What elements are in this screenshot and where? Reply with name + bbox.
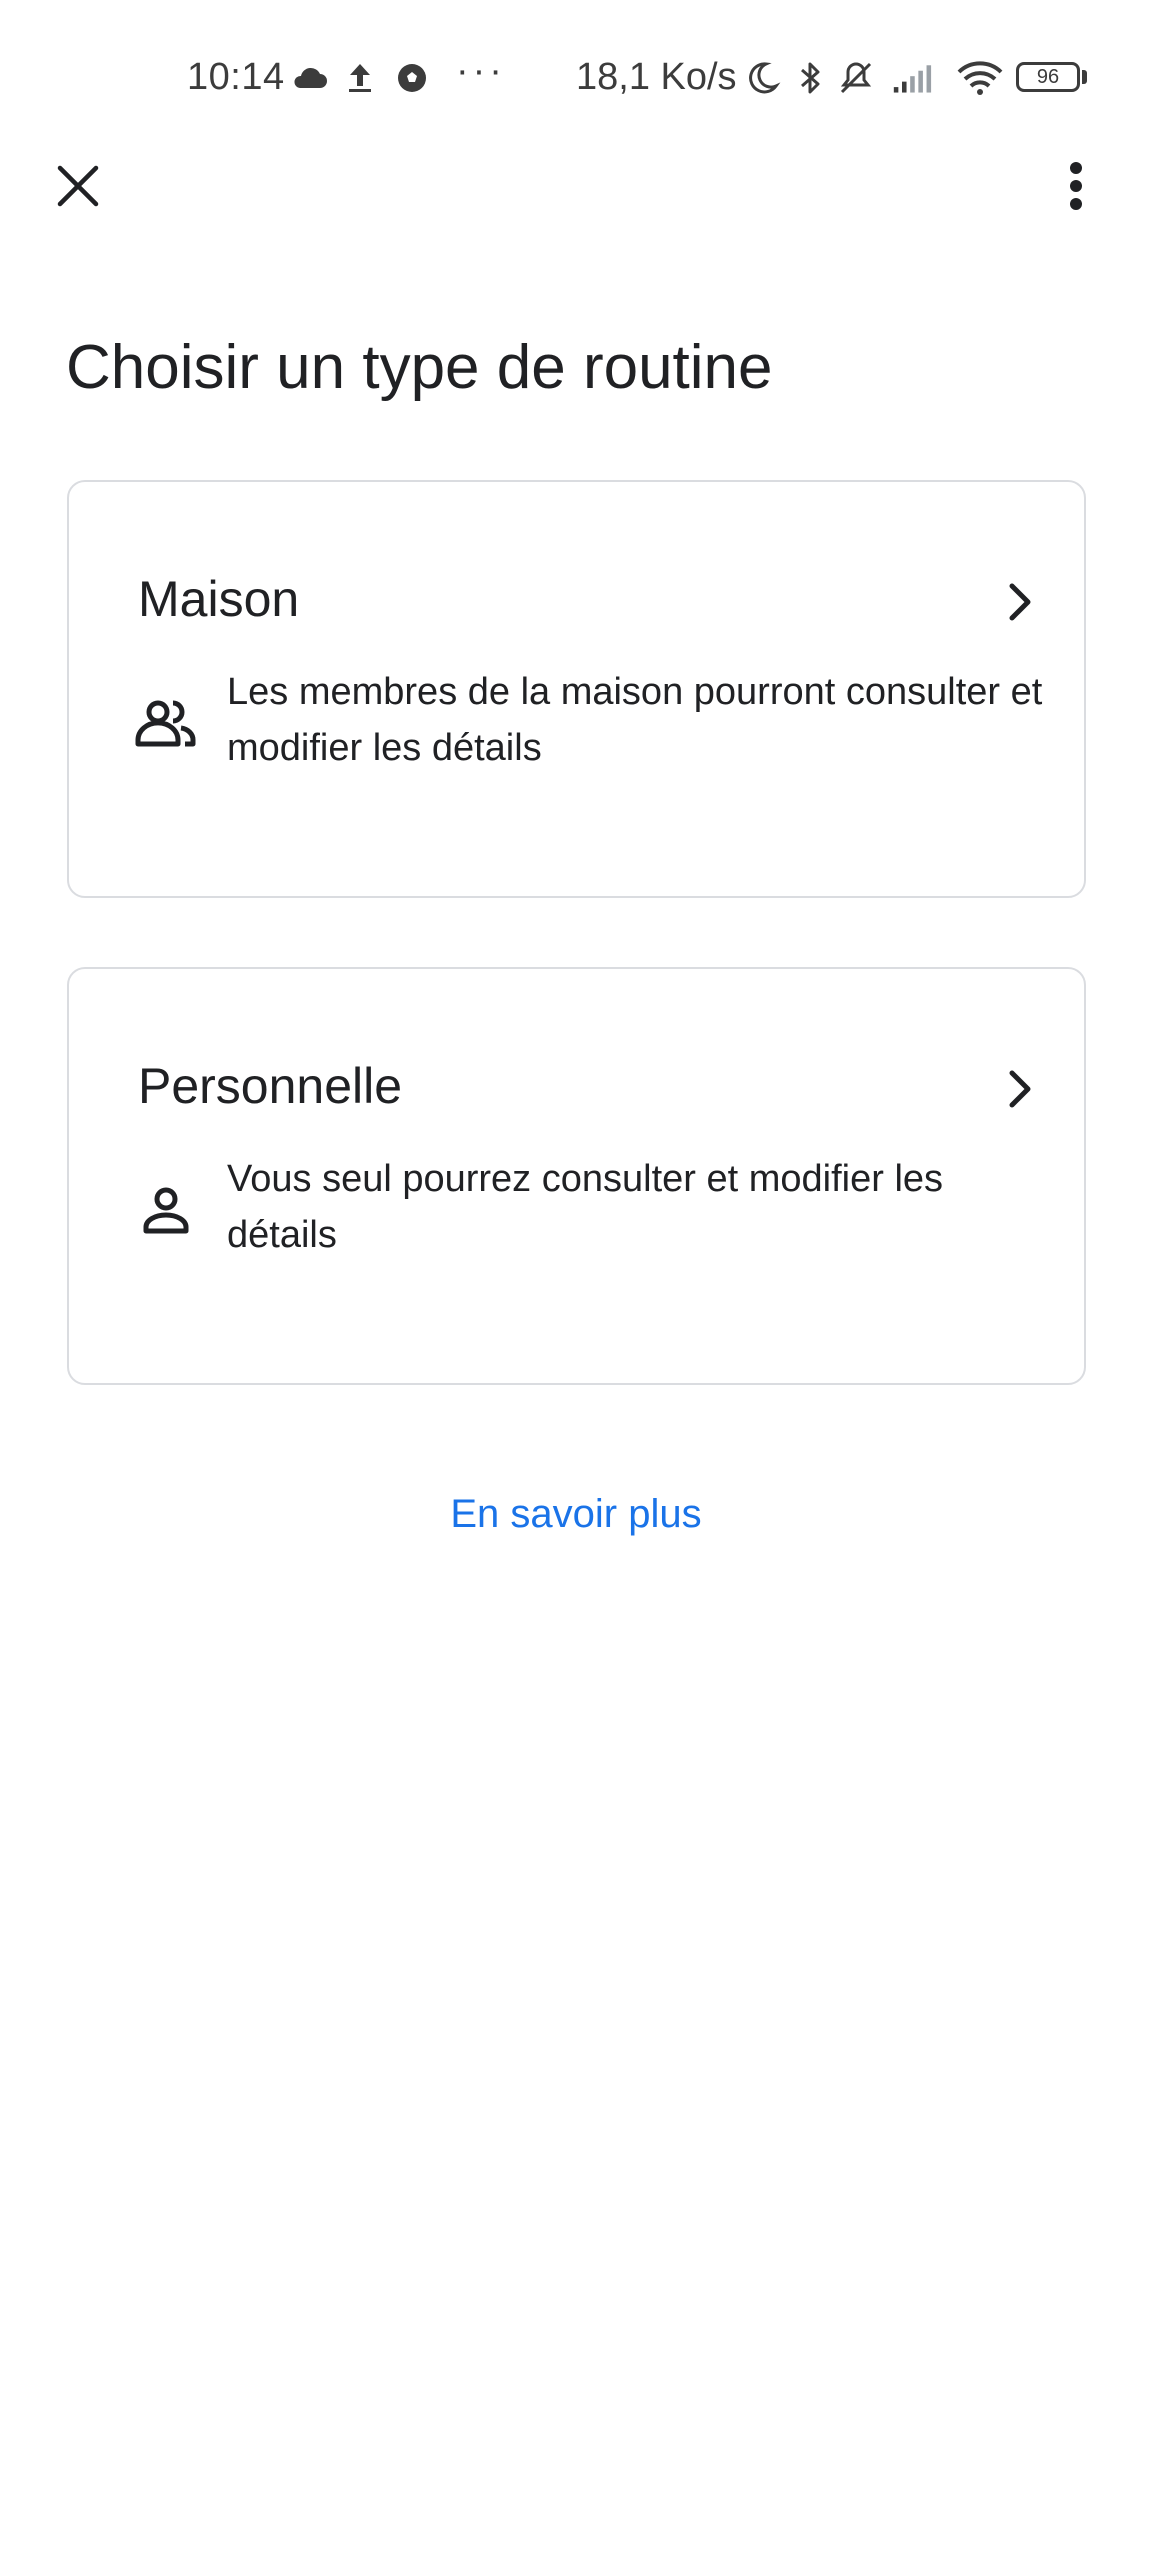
- battery-tip: [1082, 70, 1087, 84]
- routine-type-screen: 10:14 ··· 18,1 Ko/s 96 Choisir un type d…: [0, 0, 1152, 2560]
- soccer-ball-icon: [398, 64, 426, 92]
- moon-icon: [749, 62, 781, 94]
- upload-icon: [349, 64, 371, 92]
- page-title: Choisir un type de routine: [66, 333, 773, 402]
- routine-type-card-maison[interactable]: Maison Les membres de la maison pourront…: [67, 480, 1086, 898]
- more-vert-icon: [1070, 162, 1082, 210]
- wifi-icon: [957, 61, 1003, 95]
- more-options-button[interactable]: [1038, 148, 1114, 224]
- card-description: Les membres de la maison pourront consul…: [227, 671, 1043, 769]
- learn-more-link[interactable]: En savoir plus: [0, 1492, 1152, 1537]
- battery-icon: 96: [1016, 62, 1080, 92]
- network-speed: 18,1 Ko/s: [576, 56, 737, 98]
- status-bar: 10:14 ··· 18,1 Ko/s 96: [0, 0, 1152, 160]
- card-description: Vous seul pourrez consulter et modifier …: [227, 1158, 944, 1256]
- muted-bell-icon: [840, 62, 872, 94]
- chevron-right-icon: [1009, 1070, 1031, 1108]
- bluetooth-icon: [801, 62, 820, 94]
- card-title: Maison: [138, 571, 300, 627]
- close-button[interactable]: [40, 148, 116, 224]
- signal-icon: [893, 65, 932, 93]
- routine-type-card-personnelle[interactable]: Personnelle Vous seul pourrez consulter …: [67, 967, 1086, 1385]
- cloud-icon: [294, 67, 327, 88]
- person-icon: [143, 1187, 189, 1234]
- status-overflow: ···: [456, 50, 506, 92]
- people-icon: [135, 700, 196, 747]
- battery-level: 96: [1036, 66, 1060, 88]
- card-title: Personnelle: [138, 1058, 403, 1114]
- close-icon: [57, 165, 99, 207]
- chevron-right-icon: [1009, 583, 1031, 621]
- status-time: 10:14: [187, 56, 285, 98]
